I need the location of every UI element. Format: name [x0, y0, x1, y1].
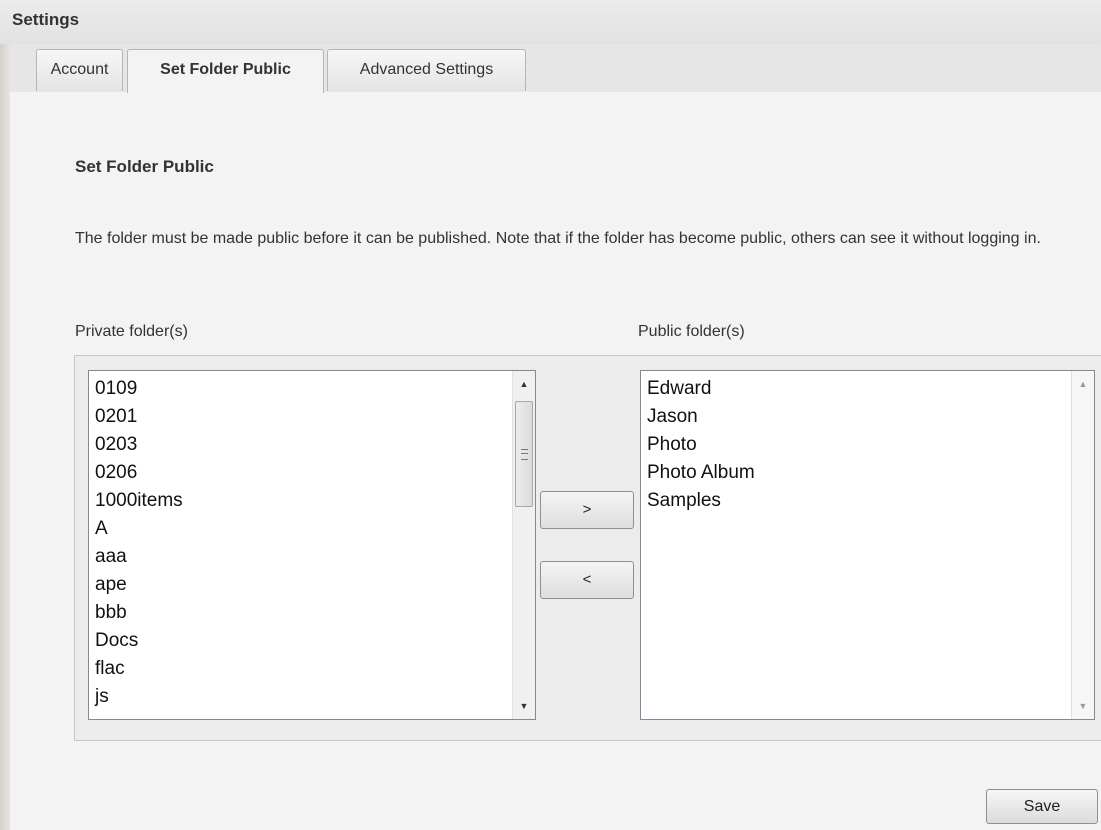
public-folders-list: Edward Jason Photo Photo Album Samples [641, 371, 1094, 515]
scroll-down-arrow-icon[interactable]: ▼ [1072, 693, 1094, 719]
tab-account[interactable]: Account [36, 49, 123, 91]
list-item[interactable]: Docs [95, 627, 535, 655]
public-folders-label: Public folder(s) [638, 323, 745, 340]
window-title-bar: Settings [0, 0, 1101, 45]
list-item[interactable]: Edward [647, 375, 1094, 403]
list-item[interactable]: 0203 [95, 431, 535, 459]
tab-set-folder-public[interactable]: Set Folder Public [127, 49, 324, 93]
list-item[interactable]: Photo Album [647, 459, 1094, 487]
scroll-up-arrow-icon[interactable]: ▲ [513, 371, 535, 397]
move-to-public-button[interactable]: > [540, 491, 634, 529]
section-description: The folder must be made public before it… [75, 230, 1041, 247]
list-item[interactable]: 0201 [95, 403, 535, 431]
list-item[interactable]: js [95, 683, 535, 711]
window-title: Settings [12, 10, 80, 29]
section-heading: Set Folder Public [75, 157, 214, 176]
list-item[interactable]: A [95, 515, 535, 543]
settings-tabs: Account Set Folder Public Advanced Setti… [10, 44, 1101, 93]
scroll-up-arrow-icon[interactable]: ▲ [1072, 371, 1094, 397]
private-list-scrollbar[interactable]: ▲ ▼ [512, 371, 535, 719]
save-button[interactable]: Save [986, 789, 1098, 824]
tab-advanced-settings[interactable]: Advanced Settings [327, 49, 526, 91]
list-item[interactable]: Photo [647, 431, 1094, 459]
public-list-scrollbar[interactable]: ▲ ▼ [1071, 371, 1094, 719]
scroll-down-arrow-icon[interactable]: ▼ [513, 693, 535, 719]
list-item[interactable]: 1000items [95, 487, 535, 515]
private-folders-listbox[interactable]: 0109 0201 0203 0206 1000items A aaa ape … [88, 370, 536, 720]
list-item[interactable]: aaa [95, 543, 535, 571]
scroll-thumb[interactable] [515, 401, 533, 507]
list-item[interactable]: bbb [95, 599, 535, 627]
list-item[interactable]: flac [95, 655, 535, 683]
list-item[interactable]: 0206 [95, 459, 535, 487]
private-folders-label: Private folder(s) [75, 323, 188, 340]
scroll-grip-icon [521, 449, 528, 460]
settings-panel: Set Folder Public The folder must be mad… [10, 92, 1101, 830]
public-folders-listbox[interactable]: Edward Jason Photo Photo Album Samples ▲… [640, 370, 1095, 720]
list-item[interactable]: Samples [647, 487, 1094, 515]
list-item[interactable]: Jason [647, 403, 1094, 431]
list-item[interactable]: 0109 [95, 375, 535, 403]
move-to-private-button[interactable]: < [540, 561, 634, 599]
window-left-edge [0, 44, 10, 830]
list-item[interactable]: ape [95, 571, 535, 599]
private-folders-list: 0109 0201 0203 0206 1000items A aaa ape … [89, 371, 535, 711]
